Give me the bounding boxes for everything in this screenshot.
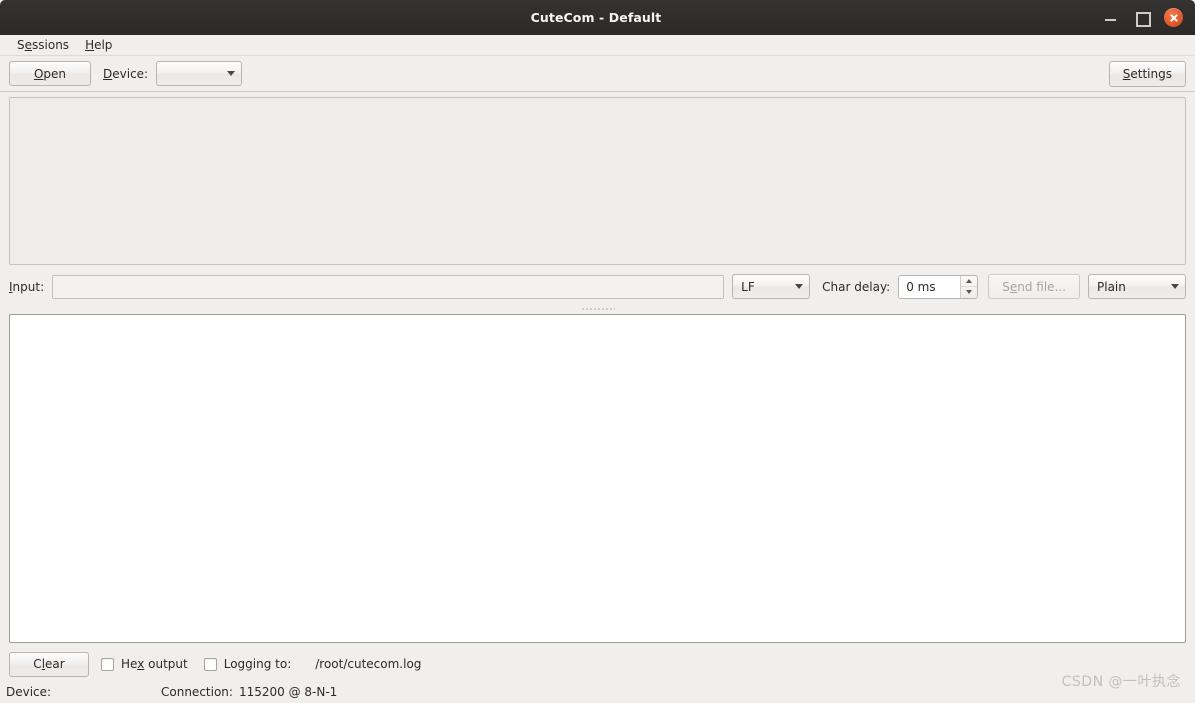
clear-button[interactable]: Cl ear bbox=[9, 651, 89, 677]
menu-item-sessions[interactable]: Se ssions bbox=[9, 35, 77, 55]
checkbox-icon bbox=[101, 657, 114, 671]
main-content: Input: LF Char delay: 0 ms Se nd file... … bbox=[0, 92, 1195, 681]
bottom-row: Cl ear Hex output Logging to: /root/cutec… bbox=[9, 647, 1186, 681]
maximize-icon[interactable] bbox=[1133, 9, 1151, 27]
status-device-label: Device: bbox=[6, 685, 52, 699]
output-panel-bottom[interactable] bbox=[9, 314, 1186, 643]
toolbar: Open Device: Settings bbox=[0, 56, 1195, 92]
splitter-handle[interactable] bbox=[9, 304, 1186, 314]
chevron-down-icon bbox=[227, 71, 236, 76]
menubar: Se ssions Help bbox=[0, 35, 1195, 56]
logging-checkbox[interactable]: Logging to: bbox=[203, 657, 292, 671]
minimize-icon[interactable] bbox=[1102, 9, 1119, 26]
send-file-button[interactable]: Se nd file... bbox=[988, 274, 1080, 299]
line-ending-value: LF bbox=[741, 279, 755, 294]
statusbar: Device: Connection: 115200 @ 8-N-1 bbox=[0, 681, 1195, 703]
logging-label: Logging to: bbox=[223, 657, 292, 671]
stepper-down-icon[interactable] bbox=[961, 286, 978, 298]
open-button[interactable]: Open bbox=[9, 61, 91, 86]
char-delay-stepper[interactable] bbox=[960, 275, 978, 298]
checkbox-icon bbox=[203, 657, 217, 671]
cutecom-window: CuteCom - Default Se ssions Help Open Dev… bbox=[0, 0, 1195, 703]
close-icon[interactable] bbox=[1164, 8, 1183, 27]
hex-output-label: Hex output bbox=[121, 657, 188, 671]
titlebar: CuteCom - Default bbox=[0, 0, 1195, 35]
stepper-up-icon[interactable] bbox=[961, 276, 977, 287]
window-controls bbox=[1102, 8, 1195, 27]
splitter-grip-icon bbox=[580, 306, 615, 312]
line-ending-combobox[interactable]: LF bbox=[732, 274, 811, 299]
settings-button[interactable]: Settings bbox=[1108, 61, 1186, 87]
input-row: Input: LF Char delay: 0 ms Se nd file... … bbox=[9, 269, 1186, 304]
device-label: Device: bbox=[103, 66, 149, 81]
output-panel-top[interactable] bbox=[9, 97, 1186, 265]
char-delay-spinbox[interactable]: 0 ms bbox=[898, 274, 979, 299]
char-delay-label: Char delay: bbox=[822, 279, 891, 294]
char-delay-value: 0 ms bbox=[899, 275, 961, 298]
hex-output-checkbox[interactable]: Hex output bbox=[101, 657, 188, 671]
status-connection-value: 115200 @ 8-N-1 bbox=[238, 685, 338, 699]
chevron-down-icon bbox=[795, 284, 804, 289]
device-combobox[interactable] bbox=[156, 61, 243, 86]
status-connection-label: Connection: bbox=[161, 685, 233, 699]
format-combobox[interactable]: Plain bbox=[1088, 274, 1186, 299]
log-path: /root/cutecom.log bbox=[315, 657, 422, 671]
format-value: Plain bbox=[1097, 279, 1126, 294]
input-label: Input: bbox=[9, 279, 45, 294]
menu-item-help[interactable]: Help bbox=[77, 35, 120, 55]
window-title: CuteCom - Default bbox=[530, 10, 662, 25]
input-field[interactable] bbox=[52, 274, 725, 299]
chevron-down-icon bbox=[1171, 284, 1179, 289]
